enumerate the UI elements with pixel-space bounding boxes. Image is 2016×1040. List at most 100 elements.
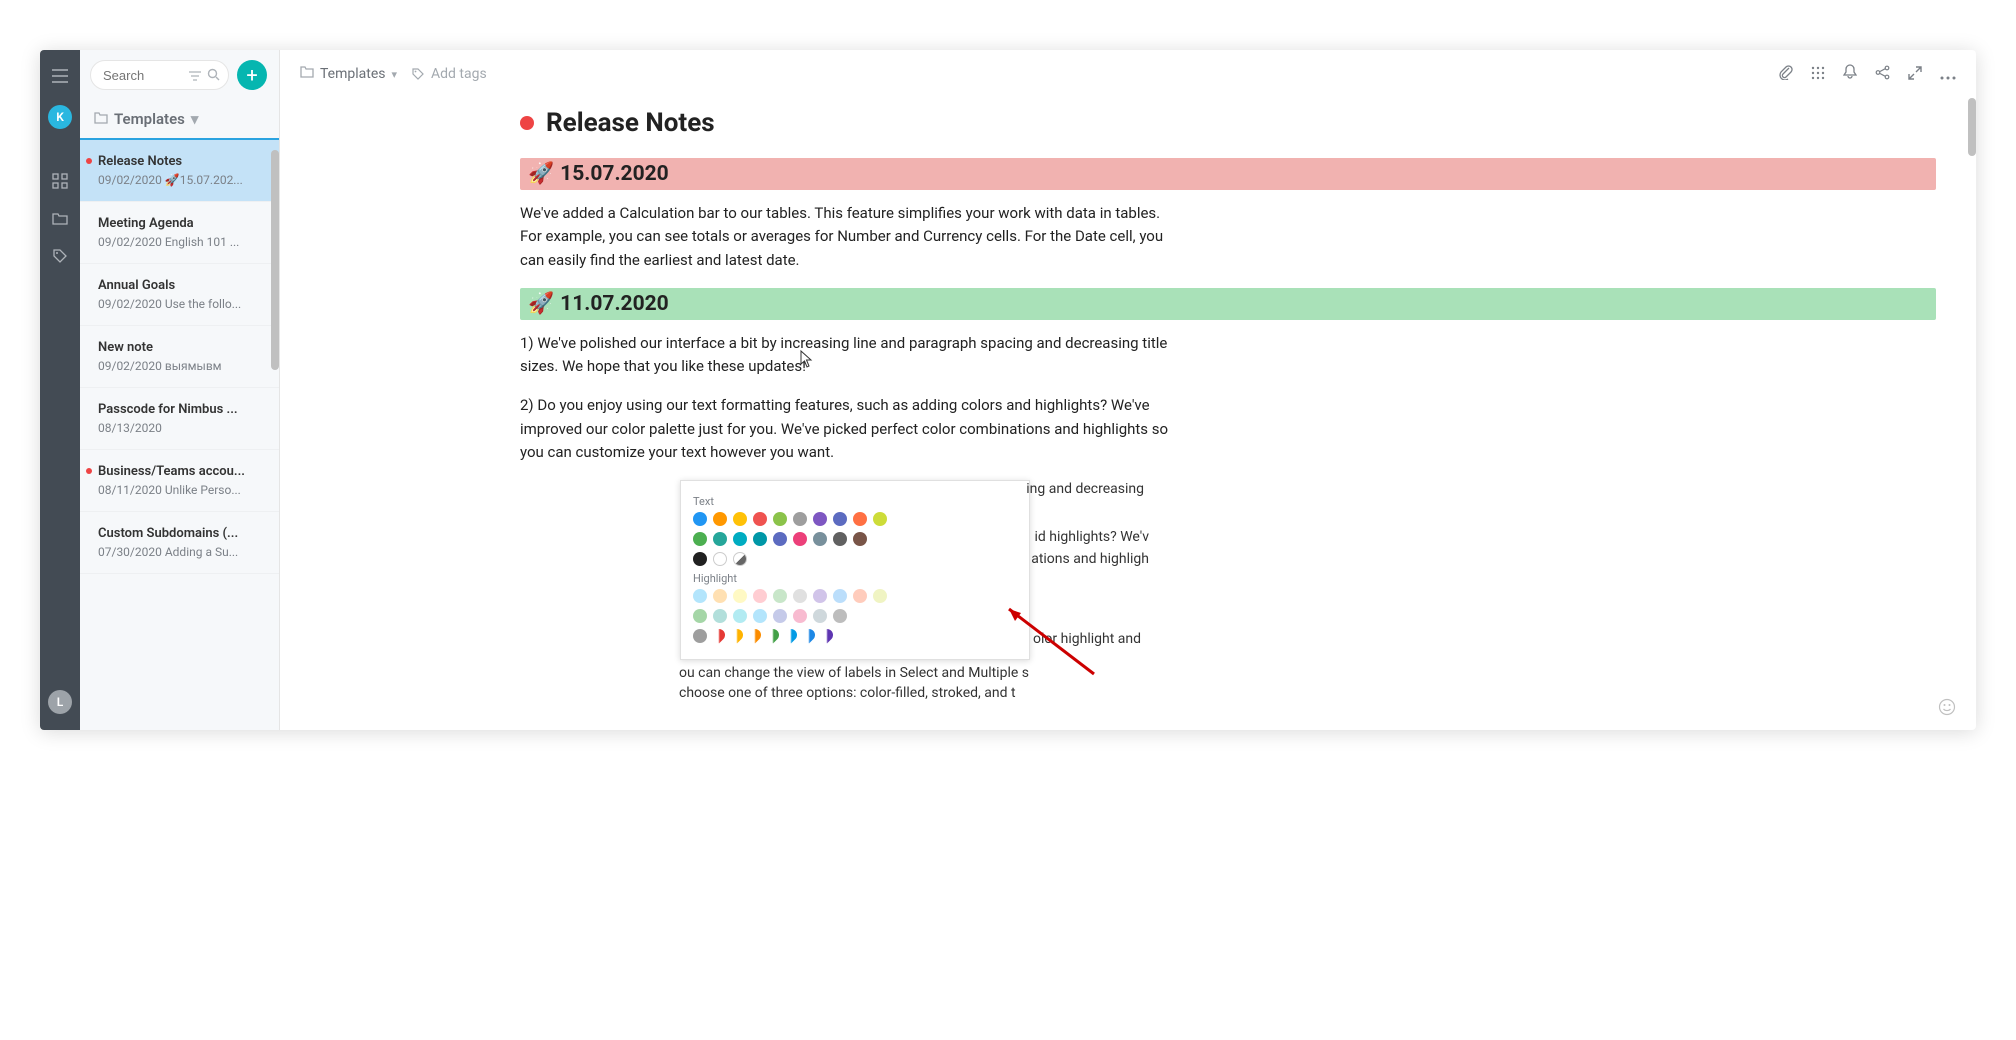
note-item[interactable]: Annual Goals09/02/2020 Use the follo...	[80, 264, 279, 326]
note-item[interactable]: Meeting Agenda09/02/2020 English 101 ...	[80, 202, 279, 264]
color-swatch[interactable]	[733, 532, 747, 546]
user-avatar[interactable]: L	[48, 690, 72, 714]
search-box[interactable]	[90, 60, 229, 90]
bell-icon[interactable]	[1843, 64, 1857, 84]
color-swatch[interactable]	[773, 512, 787, 526]
status-dot	[520, 116, 534, 130]
color-swatch[interactable]	[793, 512, 807, 526]
color-swatch[interactable]	[793, 589, 807, 603]
color-swatch[interactable]	[793, 532, 807, 546]
color-swatch[interactable]	[713, 552, 727, 566]
color-swatch[interactable]	[801, 627, 818, 644]
add-tags[interactable]: Add tags	[411, 66, 487, 82]
color-swatch[interactable]	[711, 627, 728, 644]
color-swatch[interactable]	[693, 532, 707, 546]
color-swatch[interactable]	[853, 532, 867, 546]
color-swatch[interactable]	[813, 532, 827, 546]
color-swatch[interactable]	[853, 589, 867, 603]
note-title: Release Notes	[98, 154, 265, 169]
note-title: Custom Subdomains (...	[98, 526, 265, 541]
color-swatch[interactable]	[813, 589, 827, 603]
color-swatch[interactable]	[765, 627, 782, 644]
status-dot	[86, 158, 92, 164]
expand-icon[interactable]	[1908, 65, 1922, 84]
folder-icon[interactable]	[52, 211, 68, 230]
note-title: Business/Teams accou...	[98, 464, 265, 479]
color-swatch[interactable]	[813, 609, 827, 623]
share-icon[interactable]	[1875, 65, 1890, 84]
folder-header[interactable]: Templates ▾	[80, 100, 279, 138]
color-palette-popover: ing and decreasing id highlights? We'v a…	[680, 480, 1030, 660]
search-icon[interactable]	[207, 66, 220, 85]
color-swatch[interactable]	[753, 512, 767, 526]
nav-rail: K L	[40, 50, 80, 730]
sidebar-scrollbar[interactable]	[271, 150, 279, 370]
main-scrollbar[interactable]	[1968, 98, 1976, 156]
color-swatch[interactable]	[833, 609, 847, 623]
paragraph[interactable]: 1) We've polished our interface a bit by…	[520, 332, 1180, 379]
color-swatch[interactable]	[873, 589, 887, 603]
topbar: Templates ▾ Add tags	[280, 50, 1976, 98]
color-swatch[interactable]	[733, 589, 747, 603]
color-swatch[interactable]	[753, 589, 767, 603]
app-window: K L +	[40, 50, 1976, 730]
status-dot	[86, 468, 92, 474]
add-button[interactable]: +	[237, 60, 267, 90]
date-heading-2[interactable]: 🚀 11.07.2020	[520, 288, 1936, 320]
color-swatch[interactable]	[693, 512, 707, 526]
color-swatch[interactable]	[813, 512, 827, 526]
color-swatch[interactable]	[713, 609, 727, 623]
color-swatch[interactable]	[733, 512, 747, 526]
color-swatch-none[interactable]	[733, 552, 747, 566]
color-swatch[interactable]	[833, 512, 847, 526]
paragraph[interactable]: 2) Do you enjoy using our text formattin…	[520, 394, 1180, 464]
rocket-icon: 🚀	[528, 162, 554, 186]
search-input[interactable]	[103, 68, 183, 83]
breadcrumb[interactable]: Templates ▾	[300, 66, 397, 82]
tag-icon[interactable]	[52, 248, 68, 268]
note-item[interactable]: Release Notes 09/02/2020 🚀15.07.202...	[80, 138, 279, 202]
note-item[interactable]: Custom Subdomains (...07/30/2020 Adding …	[80, 512, 279, 574]
color-swatch[interactable]	[747, 627, 764, 644]
color-swatch[interactable]	[793, 609, 807, 623]
document-title[interactable]: Release Notes	[546, 108, 715, 138]
paragraph[interactable]: We've added a Calculation bar to our tab…	[520, 202, 1180, 272]
color-swatch[interactable]	[773, 609, 787, 623]
color-swatch[interactable]	[783, 627, 800, 644]
color-swatch[interactable]	[693, 589, 707, 603]
note-item[interactable]: New note09/02/2020 выямывм	[80, 326, 279, 388]
color-swatch[interactable]	[693, 629, 707, 643]
color-swatch[interactable]	[713, 512, 727, 526]
color-swatch[interactable]	[853, 512, 867, 526]
folder-icon	[94, 110, 108, 128]
note-item[interactable]: Business/Teams accou...08/11/2020 Unlike…	[80, 450, 279, 512]
color-swatch[interactable]	[833, 589, 847, 603]
note-title: Meeting Agenda	[98, 216, 265, 231]
color-swatch[interactable]	[713, 589, 727, 603]
color-swatch[interactable]	[753, 609, 767, 623]
menu-icon[interactable]	[52, 68, 68, 87]
palette-text-label: Text	[693, 495, 1017, 508]
more-icon[interactable]	[1940, 65, 1956, 84]
emoji-icon[interactable]	[1938, 698, 1956, 720]
note-item[interactable]: Passcode for Nimbus ...08/13/2020	[80, 388, 279, 450]
apps-icon[interactable]	[52, 173, 68, 193]
attachment-icon[interactable]	[1778, 64, 1793, 84]
color-swatch[interactable]	[693, 552, 707, 566]
note-meta: 09/02/2020 🚀15.07.202...	[98, 173, 265, 187]
color-swatch[interactable]	[873, 512, 887, 526]
date-heading-1[interactable]: 🚀 15.07.2020	[520, 158, 1936, 190]
color-swatch[interactable]	[819, 627, 836, 644]
grid-icon[interactable]	[1811, 65, 1825, 84]
color-swatch[interactable]	[713, 532, 727, 546]
color-swatch[interactable]	[833, 532, 847, 546]
color-swatch[interactable]	[753, 532, 767, 546]
color-swatch[interactable]	[693, 609, 707, 623]
color-swatch[interactable]	[773, 532, 787, 546]
folder-name: Templates	[114, 110, 185, 128]
color-swatch[interactable]	[733, 609, 747, 623]
color-swatch[interactable]	[773, 589, 787, 603]
color-swatch[interactable]	[729, 627, 746, 644]
filter-icon[interactable]	[189, 66, 201, 85]
workspace-avatar[interactable]: K	[48, 105, 72, 129]
